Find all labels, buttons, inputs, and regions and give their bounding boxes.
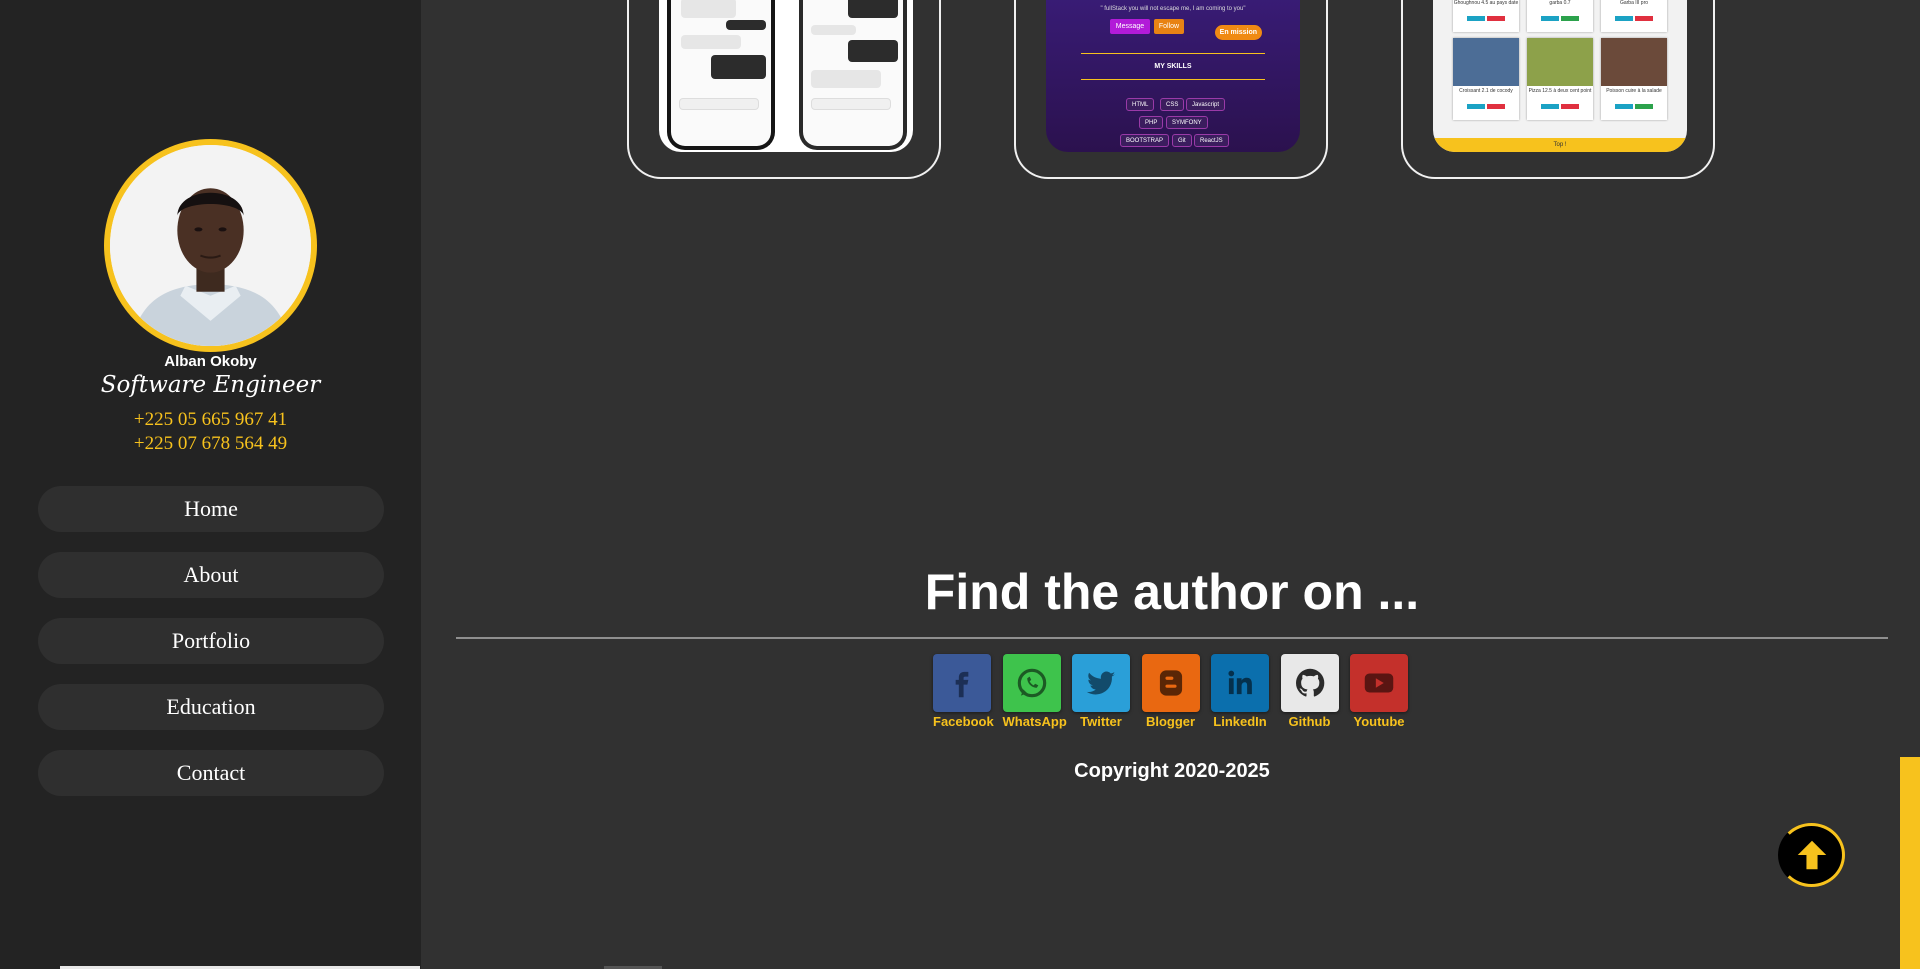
skill-pill: HTML bbox=[1126, 98, 1155, 111]
profile-role: Software Engineer bbox=[100, 372, 321, 398]
arrow-up-icon bbox=[1797, 840, 1826, 870]
social-link-linkedin[interactable]: LinkedIn bbox=[1211, 654, 1269, 729]
social-label-youtube: Youtube bbox=[1353, 714, 1405, 729]
sidebar: Alban Okoby Software Engineer +225 05 66… bbox=[0, 0, 421, 969]
nav-item-contact[interactable]: Contact bbox=[38, 750, 384, 796]
profile-name: Alban Okoby bbox=[164, 353, 257, 370]
food-tile: Garba III pro bbox=[1601, 0, 1667, 32]
phone-number-2[interactable]: +225 07 678 564 49 bbox=[0, 433, 421, 455]
project-preview-chat bbox=[659, 0, 913, 152]
social-link-facebook[interactable]: Facebook bbox=[933, 654, 994, 729]
skill-pill: CSS bbox=[1160, 98, 1185, 111]
follow-button[interactable]: Follow bbox=[1154, 19, 1184, 34]
github-icon bbox=[1280, 654, 1339, 712]
phone-mockup-left bbox=[667, 0, 775, 150]
social-link-blogger[interactable]: Blogger bbox=[1141, 654, 1200, 729]
phone-mockup-right bbox=[799, 0, 907, 150]
phone-number-1[interactable]: +225 05 665 967 41 bbox=[0, 409, 421, 431]
social-link-whatsapp[interactable]: WhatsApp bbox=[1002, 654, 1067, 729]
message-button[interactable]: Message bbox=[1110, 19, 1150, 34]
facebook-icon bbox=[933, 654, 991, 712]
social-label-twitter: Twitter bbox=[1080, 714, 1122, 729]
scroll-to-top-button[interactable] bbox=[1778, 823, 1845, 887]
food-tile: garba 0.7 bbox=[1527, 0, 1593, 32]
social-link-youtube[interactable]: Youtube bbox=[1350, 654, 1408, 729]
skills-quote: " fullStack you will not escape me, I am… bbox=[1100, 6, 1246, 12]
avatar bbox=[110, 145, 311, 346]
footer-divider bbox=[456, 637, 1888, 639]
blogger-icon bbox=[1141, 654, 1200, 712]
food-tile: Croissant 2.1 de cocody bbox=[1453, 38, 1519, 120]
project-card-chat[interactable] bbox=[627, 0, 941, 179]
vertical-scrollbar-thumb[interactable] bbox=[1900, 757, 1920, 969]
skills-heading: MY SKILLS bbox=[1154, 63, 1192, 70]
social-label-whatsapp: WhatsApp bbox=[1002, 714, 1067, 729]
nav-item-home[interactable]: Home bbox=[38, 486, 384, 532]
nav-item-about[interactable]: About bbox=[38, 552, 384, 598]
copyright-text: Copyright 2020-2025 bbox=[1074, 760, 1270, 782]
nav-item-portfolio[interactable]: Portfolio bbox=[38, 618, 384, 664]
skill-pill: Git bbox=[1172, 134, 1192, 147]
social-label-github: Github bbox=[1288, 714, 1331, 729]
linkedin-icon bbox=[1211, 654, 1269, 712]
social-label-blogger: Blogger bbox=[1145, 714, 1196, 729]
sidebar-nav: Home About Portfolio Education Contact bbox=[38, 486, 384, 816]
skill-pill: ReactJS bbox=[1194, 134, 1229, 147]
social-label-linkedin: LinkedIn bbox=[1213, 714, 1267, 729]
whatsapp-icon bbox=[1002, 654, 1061, 712]
skill-pill: Javascript bbox=[1186, 98, 1226, 111]
food-tile: Poisson cuire à la salade bbox=[1601, 38, 1667, 120]
twitter-icon bbox=[1072, 654, 1130, 712]
youtube-icon bbox=[1350, 654, 1408, 712]
project-card-food[interactable]: Ghoughnou 4.5 au pays date garba 0.7 Gar… bbox=[1401, 0, 1715, 179]
find-author-heading: Find the author on ... bbox=[924, 564, 1420, 620]
profile-photo bbox=[110, 145, 311, 346]
social-links: Facebook WhatsApp Twitter Blogger Linked… bbox=[933, 654, 1420, 729]
avatar-frame bbox=[104, 139, 317, 352]
food-footer-bar: Top ! bbox=[1433, 138, 1687, 152]
project-preview-food: Ghoughnou 4.5 au pays date garba 0.7 Gar… bbox=[1433, 0, 1687, 152]
social-link-github[interactable]: Github bbox=[1280, 654, 1339, 729]
social-link-twitter[interactable]: Twitter bbox=[1072, 654, 1130, 729]
skill-pill: BOOTSTRAP bbox=[1120, 134, 1170, 147]
food-tile: Pizza 12.5 à deux cent point bbox=[1527, 38, 1593, 120]
skill-pill: SYMFONY bbox=[1166, 116, 1208, 129]
nav-item-education[interactable]: Education bbox=[38, 684, 384, 730]
skill-pill: PHP bbox=[1139, 116, 1164, 129]
project-card-skills[interactable]: " fullStack you will not escape me, I am… bbox=[1014, 0, 1328, 179]
food-tile: Ghoughnou 4.5 au pays date bbox=[1453, 0, 1519, 32]
project-preview-skills: " fullStack you will not escape me, I am… bbox=[1046, 0, 1300, 152]
social-label-facebook: Facebook bbox=[933, 714, 994, 729]
status-badge: En mission bbox=[1214, 25, 1262, 40]
